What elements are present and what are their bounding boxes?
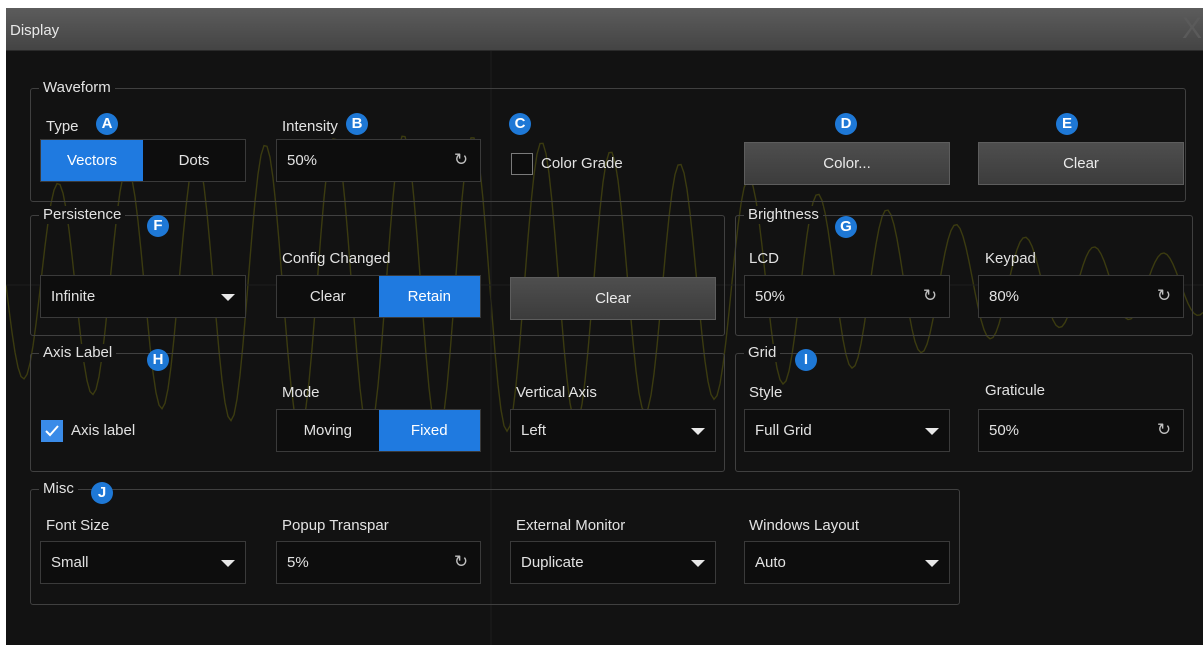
checkmark-icon	[45, 425, 59, 437]
color-grade-checkbox[interactable]	[511, 153, 533, 175]
color-grade-label: Color Grade	[541, 155, 623, 172]
config-changed-label: Config Changed	[282, 250, 391, 267]
color-button[interactable]: Color...	[744, 142, 950, 185]
misc-legend: Misc	[39, 480, 78, 498]
font-size-dropdown[interactable]: Small	[40, 541, 246, 584]
grid-style-value: Full Grid	[755, 422, 812, 439]
graticule-field[interactable]: 50% ↻	[978, 409, 1184, 452]
persistence-legend: Persistence	[39, 206, 126, 224]
config-option-clear[interactable]: Clear	[277, 276, 379, 317]
axis-label-checkbox[interactable]	[41, 420, 63, 442]
refresh-icon: ↻	[453, 552, 469, 571]
chevron-down-icon	[221, 560, 235, 567]
badge-b: B	[346, 113, 368, 135]
lcd-label: LCD	[749, 250, 780, 267]
refresh-icon: ↻	[453, 150, 469, 169]
mode-label: Mode	[282, 384, 320, 401]
font-size-label: Font Size	[46, 517, 110, 534]
chevron-down-icon	[221, 294, 235, 301]
external-monitor-label: External Monitor	[516, 517, 626, 534]
type-option-dots[interactable]: Dots	[143, 140, 245, 181]
external-monitor-dropdown[interactable]: Duplicate	[510, 541, 716, 584]
keypad-value: 80%	[989, 288, 1020, 305]
popup-transparency-label: Popup Transpar	[282, 517, 389, 534]
grid-legend: Grid	[744, 344, 781, 362]
intensity-field[interactable]: 50% ↻	[276, 139, 481, 182]
chevron-down-icon	[925, 560, 939, 567]
mode-selector: Moving Fixed	[276, 409, 481, 452]
badge-i: I	[795, 349, 817, 371]
refresh-icon: ↻	[1156, 420, 1172, 439]
intensity-label: Intensity	[282, 118, 338, 135]
chevron-down-icon	[691, 560, 705, 567]
popup-transparency-value: 5%	[287, 554, 309, 571]
close-button[interactable]: X	[1175, 14, 1203, 46]
popup-transparency-field[interactable]: 5% ↻	[276, 541, 481, 584]
badge-g: G	[835, 216, 857, 238]
config-changed-selector: Clear Retain	[276, 275, 481, 318]
waveform-legend: Waveform	[39, 79, 115, 97]
refresh-icon: ↻	[922, 286, 938, 305]
title-bar: Display X	[6, 8, 1203, 51]
axis-label-checkbox-label: Axis label	[71, 422, 136, 439]
badge-c: C	[509, 113, 531, 135]
lcd-field[interactable]: 50% ↻	[744, 275, 950, 318]
persistence-dropdown[interactable]: Infinite	[40, 275, 246, 318]
intensity-value: 50%	[287, 152, 318, 169]
external-monitor-value: Duplicate	[521, 554, 584, 571]
chevron-down-icon	[691, 428, 705, 435]
display-dialog: Display X Waveform Type A Vectors Dots I…	[6, 8, 1203, 645]
axis-label-legend: Axis Label	[39, 344, 117, 362]
badge-f: F	[147, 215, 169, 237]
waveform-clear-button[interactable]: Clear	[978, 142, 1184, 185]
persistence-value: Infinite	[51, 288, 96, 305]
style-label: Style	[749, 384, 783, 401]
keypad-label: Keypad	[985, 250, 1036, 267]
badge-d: D	[835, 113, 857, 135]
brightness-legend: Brightness	[744, 206, 823, 224]
vertical-axis-dropdown[interactable]: Left	[510, 409, 716, 452]
lcd-value: 50%	[755, 288, 786, 305]
window-title: Display	[10, 22, 60, 39]
graticule-value: 50%	[989, 422, 1020, 439]
font-size-value: Small	[51, 554, 89, 571]
close-icon: X	[1181, 12, 1202, 45]
badge-e: E	[1056, 113, 1078, 135]
type-selector: Vectors Dots	[40, 139, 246, 182]
vertical-axis-value: Left	[521, 422, 547, 439]
type-option-vectors[interactable]: Vectors	[41, 140, 143, 181]
vertical-axis-label: Vertical Axis	[516, 384, 597, 401]
mode-option-moving[interactable]: Moving	[277, 410, 379, 451]
graticule-label: Graticule	[985, 382, 1046, 399]
persistence-clear-button[interactable]: Clear	[510, 277, 716, 320]
grid-style-dropdown[interactable]: Full Grid	[744, 409, 950, 452]
windows-layout-dropdown[interactable]: Auto	[744, 541, 950, 584]
badge-a: A	[96, 113, 118, 135]
mode-option-fixed[interactable]: Fixed	[378, 410, 480, 451]
badge-h: H	[147, 349, 169, 371]
type-label: Type	[46, 118, 79, 135]
badge-j: J	[91, 482, 113, 504]
windows-layout-label: Windows Layout	[749, 517, 860, 534]
keypad-field[interactable]: 80% ↻	[978, 275, 1184, 318]
refresh-icon: ↻	[1156, 286, 1172, 305]
chevron-down-icon	[925, 428, 939, 435]
config-option-retain[interactable]: Retain	[378, 276, 480, 317]
windows-layout-value: Auto	[755, 554, 786, 571]
